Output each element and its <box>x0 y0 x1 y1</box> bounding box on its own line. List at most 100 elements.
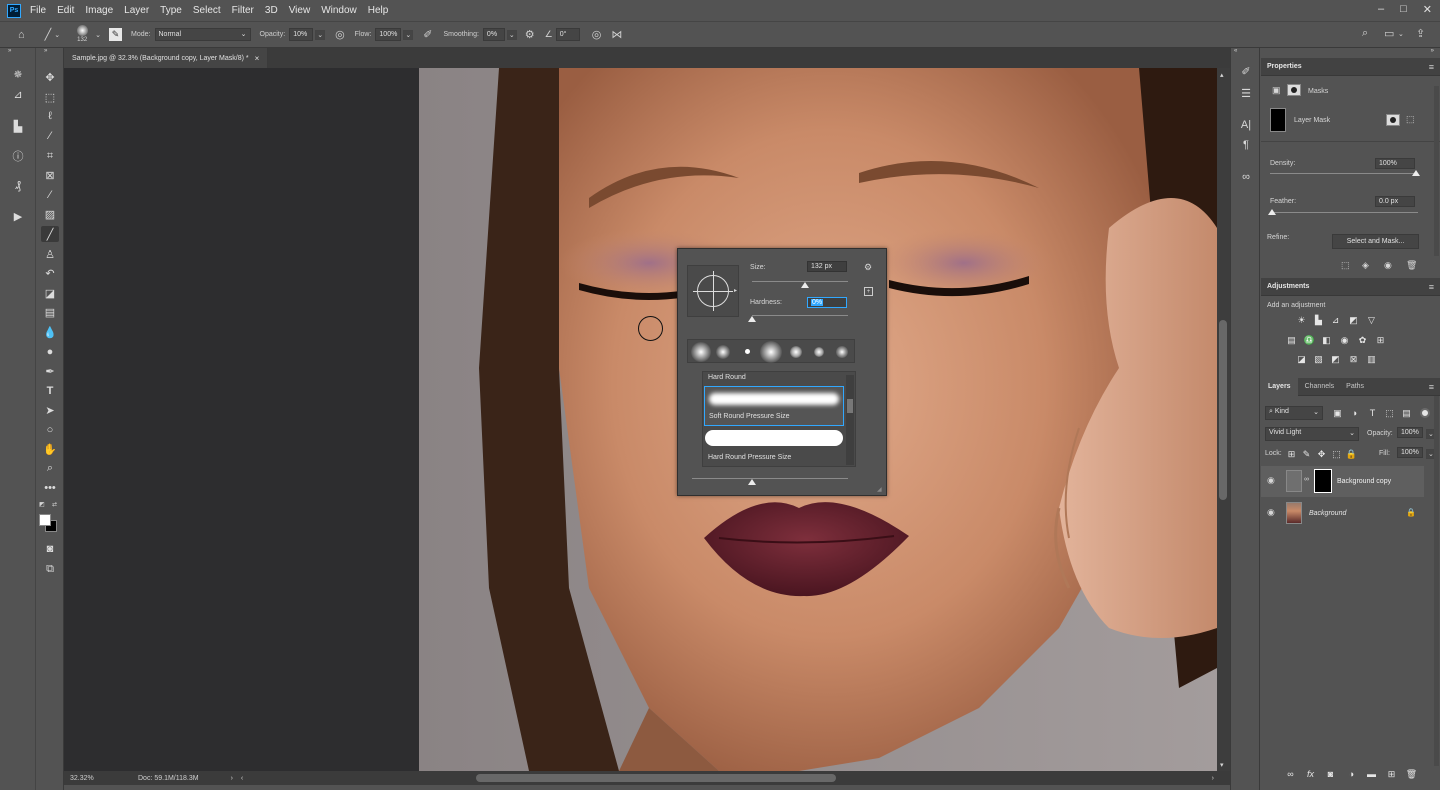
recent-brush-6[interactable] <box>814 347 824 357</box>
minimize-button[interactable]: – <box>1378 3 1384 16</box>
swap-colors-icon[interactable]: ⇄ <box>52 501 57 508</box>
select-mask-icon[interactable] <box>1386 114 1400 126</box>
menu-filter[interactable]: Filter <box>232 5 254 16</box>
move-3d-icon[interactable]: ✵ <box>9 66 27 82</box>
move-tool-icon[interactable]: ✥ <box>41 69 59 85</box>
search-icon[interactable]: ⌕ <box>1362 27 1368 40</box>
fill-input[interactable]: 100% <box>1397 447 1423 458</box>
new-preset-icon[interactable]: + <box>864 287 873 296</box>
visibility-eye-icon[interactable]: ◉ <box>1384 260 1392 271</box>
gradient-map-icon[interactable]: ▥ <box>1366 354 1377 364</box>
curves-icon[interactable]: ⊿ <box>1330 315 1341 325</box>
layer-opacity-input[interactable]: 100% <box>1397 427 1423 438</box>
levels-icon[interactable]: ▙ <box>1313 315 1324 325</box>
smoothing-input[interactable]: 0% <box>482 28 505 41</box>
menu-help[interactable]: Help <box>368 5 389 16</box>
info-icon[interactable]: ⓘ <box>9 148 27 164</box>
symmetry-icon[interactable]: ⋈ <box>611 28 622 41</box>
delete-layer-icon[interactable]: 🗑 <box>1406 769 1417 779</box>
posterize-icon[interactable]: ▧ <box>1313 354 1324 364</box>
layer-filter-select[interactable]: ⌕ Kind ⌄ <box>1265 406 1323 420</box>
preset-list-scrollbar[interactable] <box>846 375 854 465</box>
hard-round-stroke-preview[interactable] <box>705 430 843 446</box>
panel-menu-icon[interactable]: ≡ <box>1429 382 1434 392</box>
home-icon[interactable]: ⌂ <box>18 29 25 41</box>
screen-mode-icon[interactable]: ⧉ <box>41 561 59 577</box>
vector-mask-icon[interactable]: ⬚ <box>1406 114 1415 125</box>
size-input[interactable]: 132 px <box>807 261 847 272</box>
magic-wand-icon[interactable]: ⁄ <box>41 128 59 144</box>
workspace-icon[interactable]: ▭ <box>1384 27 1394 40</box>
pixel-mask-icon[interactable]: ▣ <box>1272 85 1281 96</box>
preview-size-slider-thumb[interactable] <box>748 479 756 485</box>
glyphs-panel-icon[interactable]: ∞ <box>1238 170 1254 184</box>
black-white-icon[interactable]: ◧ <box>1321 335 1332 345</box>
brush-angle-preview[interactable] <box>687 265 739 317</box>
airbrush-icon[interactable]: ✐ <box>423 28 432 41</box>
collapse-panels-icon[interactable]: » <box>1431 48 1434 54</box>
default-colors-icon[interactable]: ◩ <box>39 501 45 508</box>
tab-close-icon[interactable]: × <box>255 54 260 63</box>
document-tab[interactable]: Sample.jpg @ 32.3% (Background copy, Lay… <box>64 48 268 68</box>
color-balance-icon[interactable]: ♎ <box>1304 335 1315 345</box>
brush-panel-icon[interactable]: ₰ <box>9 178 27 194</box>
opacity-dropdown[interactable]: ⌄ <box>315 29 326 40</box>
properties-header[interactable]: Properties ≡ <box>1261 58 1440 76</box>
smoothing-dropdown[interactable]: ⌄ <box>506 29 517 40</box>
gear-icon[interactable]: ⚙ <box>864 262 872 273</box>
lock-artboard-icon[interactable]: ⬚ <box>1331 449 1342 459</box>
preset-item-selected[interactable]: Soft Round Pressure Size <box>704 386 844 426</box>
vibrance-icon[interactable]: ▽ <box>1366 315 1377 325</box>
filter-type-icon[interactable]: T <box>1367 408 1378 418</box>
tool-preset-chevron-icon[interactable]: ⌄ <box>54 31 60 39</box>
scroll-right-icon[interactable]: › <box>1212 775 1214 782</box>
pressure-size-icon[interactable]: ◎ <box>592 28 602 41</box>
adjust-sliders-icon[interactable]: ☰ <box>1238 86 1254 100</box>
more-tools-icon[interactable]: ••• <box>41 480 59 496</box>
menu-window[interactable]: Window <box>321 5 357 16</box>
visibility-eye-icon[interactable]: ◉ <box>1267 507 1275 518</box>
pen-tool-icon[interactable]: ✒ <box>41 363 59 379</box>
recent-brush-7[interactable] <box>836 346 848 358</box>
brush-preset-list[interactable]: Hard Round Soft Round Pressure Size Hard… <box>702 371 856 467</box>
selective-color-icon[interactable]: ⊠ <box>1348 354 1359 364</box>
menu-select[interactable]: Select <box>193 5 221 16</box>
gradient-tool-icon[interactable]: ▤ <box>41 304 59 320</box>
density-slider-track[interactable] <box>1270 173 1418 174</box>
preset-list-scroll-thumb[interactable] <box>847 399 853 413</box>
close-window-button[interactable]: ✕ <box>1423 3 1432 16</box>
recent-brush-4[interactable] <box>760 341 782 363</box>
flow-dropdown[interactable]: ⌄ <box>403 29 414 40</box>
hardness-slider-track[interactable] <box>752 315 848 316</box>
size-slider-thumb[interactable] <box>800 282 809 288</box>
panel-menu-icon[interactable]: ≡ <box>1429 282 1434 292</box>
character-panel-icon[interactable]: A| <box>1238 118 1254 132</box>
select-and-mask-button[interactable]: Select and Mask... <box>1332 234 1419 249</box>
layer-row-background[interactable]: ◉ Background 🔒 <box>1261 498 1424 529</box>
density-input[interactable]: 100% <box>1375 158 1415 169</box>
layer-row-background-copy[interactable]: ◉ ∞ Background copy <box>1261 466 1424 497</box>
hue-saturation-icon[interactable]: ▤ <box>1286 335 1297 345</box>
properties-scrollbar[interactable] <box>1434 86 1439 256</box>
tab-layers[interactable]: Layers <box>1261 377 1298 396</box>
layer-mask-thumbnail[interactable] <box>1314 469 1332 493</box>
frame-tool-icon[interactable]: ⊠ <box>41 167 59 183</box>
adjustments-header[interactable]: Adjustments ≡ <box>1261 278 1440 296</box>
menu-edit[interactable]: Edit <box>57 5 74 16</box>
new-group-icon[interactable]: ▬ <box>1366 769 1377 779</box>
menu-type[interactable]: Type <box>160 5 182 16</box>
canvas-area[interactable] <box>64 68 1217 771</box>
quick-mask-icon[interactable]: ◙ <box>41 541 59 557</box>
brush-preset-picker[interactable]: 132 <box>72 23 94 47</box>
collapse-right-icon[interactable]: « <box>1234 48 1237 54</box>
menu-layer[interactable]: Layer <box>124 5 149 16</box>
marquee-tool-icon[interactable]: ⬚ <box>41 89 59 105</box>
histogram-icon[interactable]: ▙ <box>9 118 27 134</box>
layer-effects-icon[interactable]: fx <box>1305 769 1316 779</box>
photo-filter-icon[interactable]: ◉ <box>1339 335 1350 345</box>
actions-play-icon[interactable]: ▶ <box>9 208 27 224</box>
lock-pixels-icon[interactable]: ✎ <box>1301 449 1312 459</box>
layer-name[interactable]: Background copy <box>1337 478 1391 485</box>
preset-label-0[interactable]: Hard Round <box>708 374 746 381</box>
recent-brush-1[interactable] <box>691 342 711 362</box>
